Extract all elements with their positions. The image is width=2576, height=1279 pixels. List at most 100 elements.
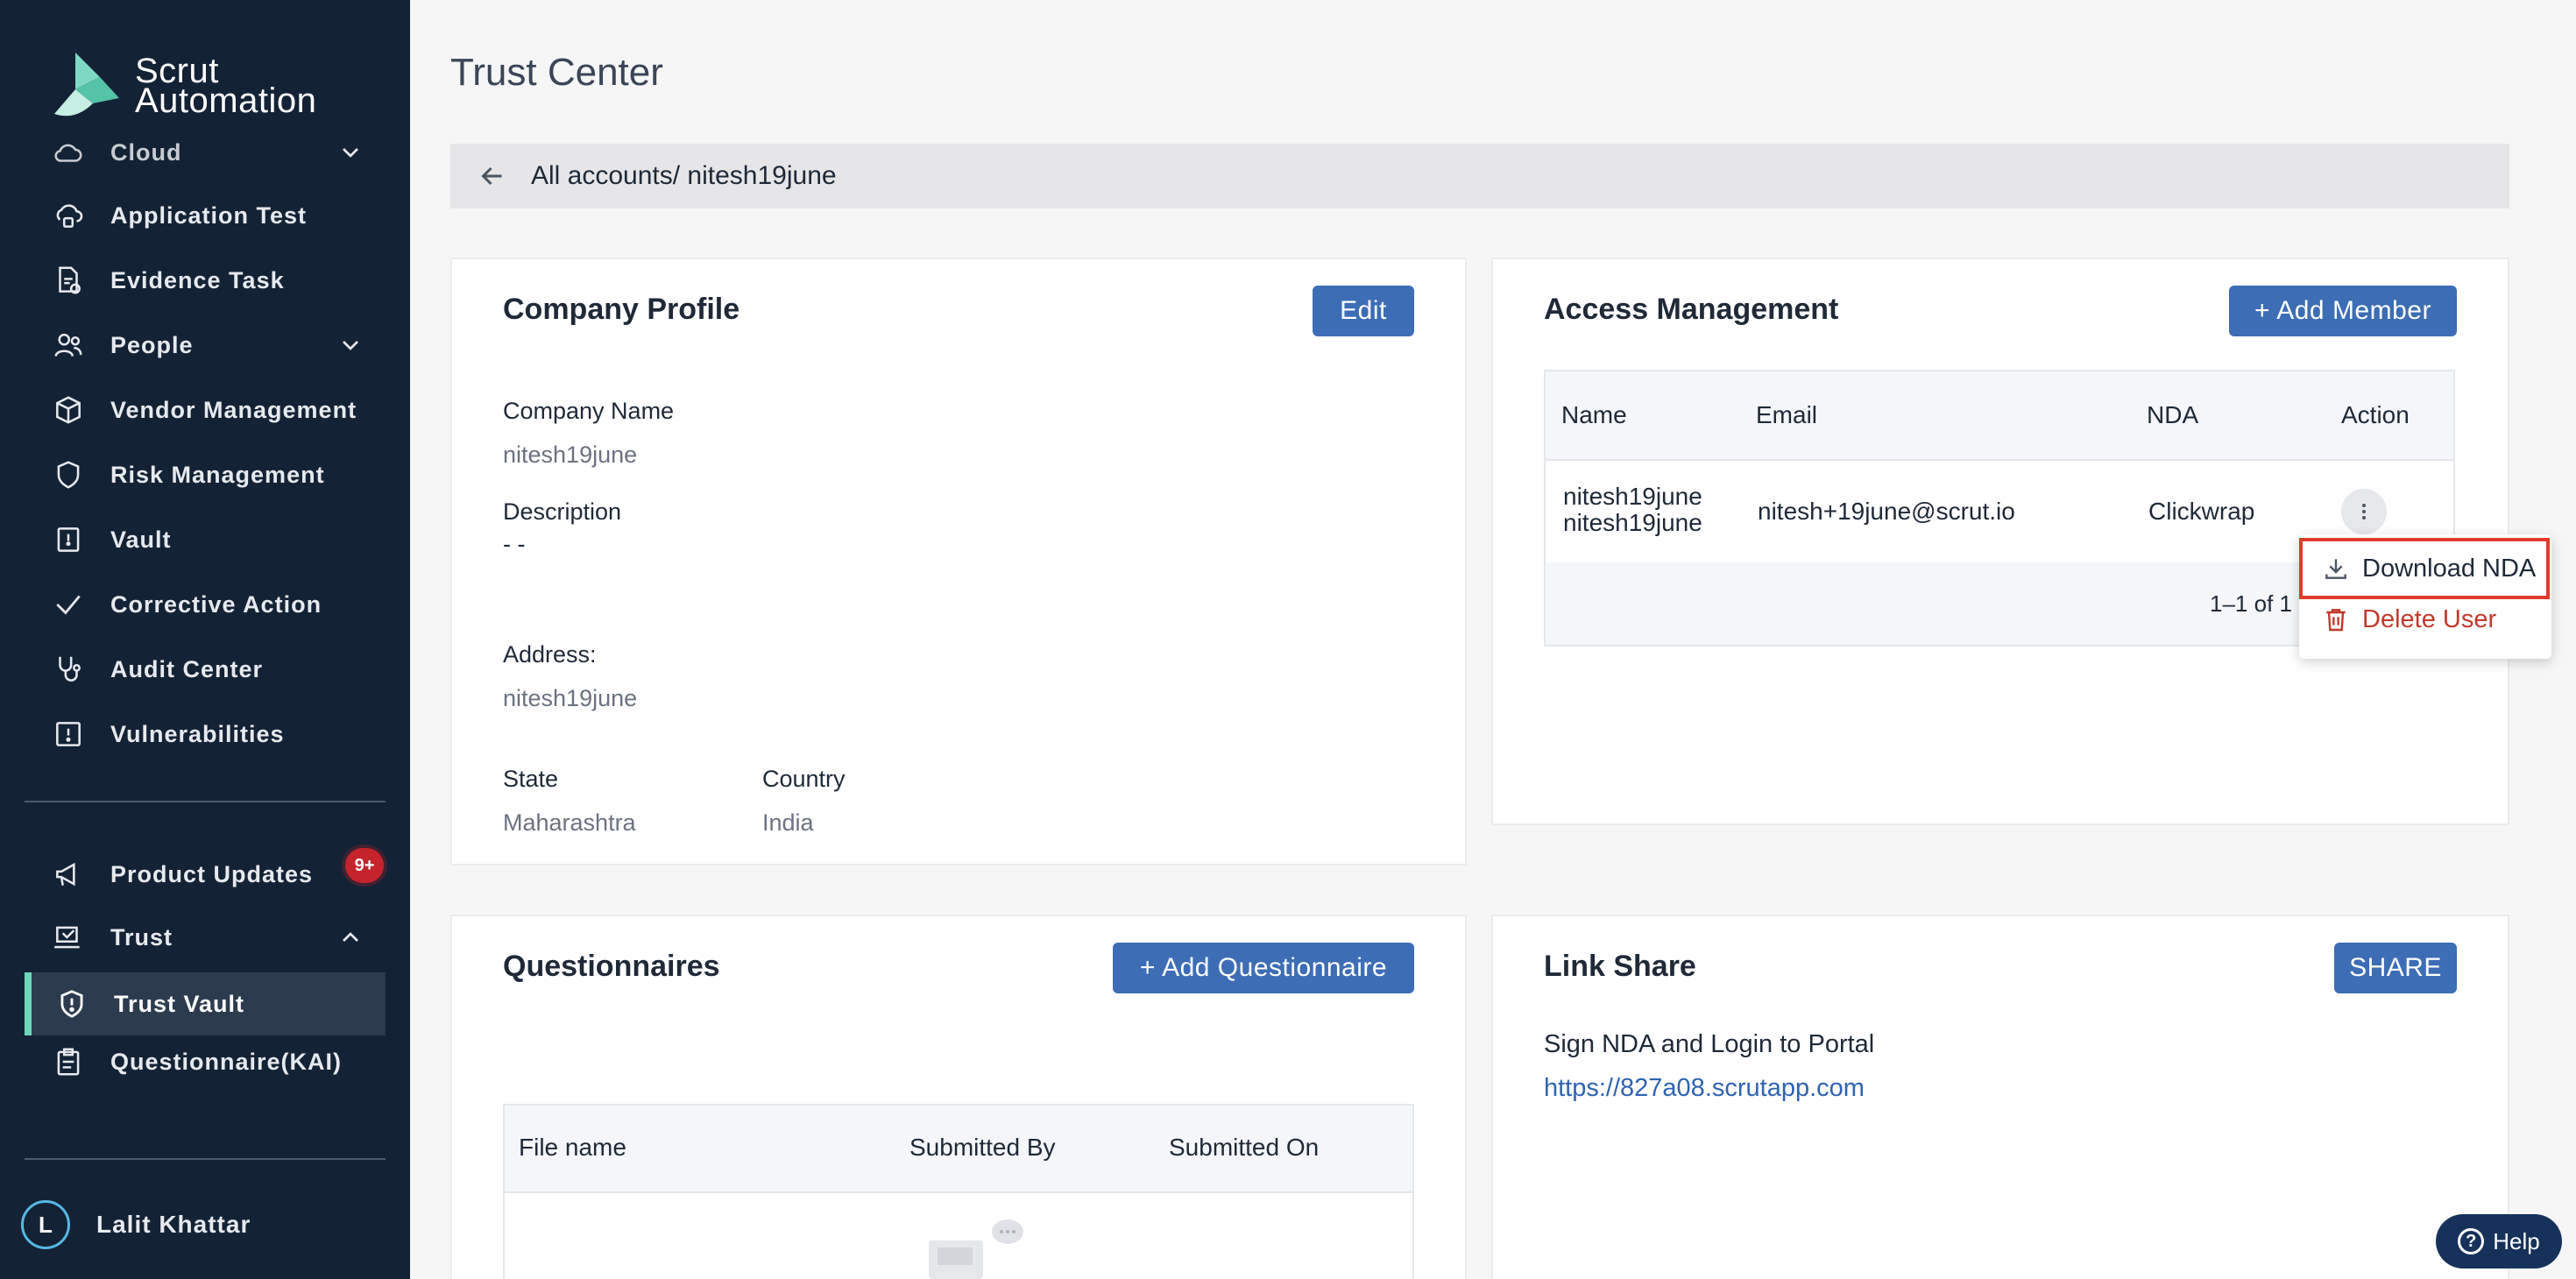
help-label: Help xyxy=(2493,1227,2540,1254)
member-email: nitesh+19june@scrut.io xyxy=(1758,498,2015,525)
questionnaires-title: Questionnaires xyxy=(503,950,720,983)
member-name-line-1: nitesh19june xyxy=(1563,483,1702,510)
sidebar-item-vault[interactable]: Vault xyxy=(49,515,172,564)
vault-icon xyxy=(49,520,88,559)
notification-badge: 9+ xyxy=(345,848,384,883)
share-button[interactable]: SHARE xyxy=(2334,943,2457,993)
chevron-down-icon[interactable] xyxy=(336,331,364,359)
alert-icon xyxy=(49,715,88,753)
sidebar-item-trust-vault[interactable]: Trust Vault xyxy=(53,979,244,1028)
brand-name: Scrut Automation xyxy=(135,53,317,120)
clipboard-icon xyxy=(49,1042,88,1081)
delete-user-label: Delete User xyxy=(2362,604,2497,633)
description-label: Description xyxy=(503,498,622,525)
sidebar-item-cloud[interactable]: Cloud xyxy=(49,128,181,177)
sidebar-divider xyxy=(25,801,386,802)
company-profile-title: Company Profile xyxy=(503,293,740,326)
avatar: L xyxy=(21,1200,70,1249)
box-icon xyxy=(49,391,88,429)
sidebar-item-label: Audit Center xyxy=(110,655,263,682)
address-label: Address: xyxy=(503,641,597,668)
document-check-icon xyxy=(49,261,88,300)
question-icon: ? xyxy=(2458,1228,2485,1254)
access-management-title: Access Management xyxy=(1544,293,1839,326)
state-label: State xyxy=(503,766,559,792)
sidebar-item-label: Vulnerabilities xyxy=(110,720,285,747)
column-header-email: Email xyxy=(1756,401,1818,428)
scrut-logo-icon xyxy=(49,49,123,123)
sidebar-item-audit-center[interactable]: Audit Center xyxy=(49,645,263,694)
sidebar-divider xyxy=(25,1158,386,1160)
sidebar-item-label: Questionnaire(KAI) xyxy=(110,1048,343,1075)
company-name-value: nitesh19june xyxy=(503,442,638,468)
company-name-label: Company Name xyxy=(503,398,675,424)
description-value: - - xyxy=(503,531,526,557)
megaphone-icon xyxy=(49,855,88,894)
sidebar: Scrut Automation Cloud Application Test … xyxy=(0,0,410,1279)
breadcrumb-text[interactable]: All accounts/ nitesh19june xyxy=(531,161,837,191)
sidebar-item-label: Risk Management xyxy=(110,461,325,488)
chevron-up-icon[interactable] xyxy=(336,923,364,951)
sidebar-item-risk-management[interactable]: Risk Management xyxy=(49,450,325,499)
sidebar-item-label: Cloud xyxy=(110,138,182,166)
sidebar-item-product-updates[interactable]: Product Updates xyxy=(49,850,313,899)
chevron-down-icon[interactable] xyxy=(336,138,364,166)
cloud-lock-icon xyxy=(49,196,88,235)
add-questionnaire-button[interactable]: + Add Questionnaire xyxy=(1113,943,1414,993)
country-value: India xyxy=(762,809,814,836)
country-label: Country xyxy=(762,766,846,792)
portal-link[interactable]: https://827a08.scrutapp.com xyxy=(1544,1074,1865,1103)
column-header-nda: NDA xyxy=(2147,401,2199,428)
empty-state-illustration-icon xyxy=(929,1219,1023,1279)
trash-icon xyxy=(2326,609,2346,632)
sidebar-item-corrective-action[interactable]: Corrective Action xyxy=(49,580,322,629)
menu-item-highlight xyxy=(2299,538,2550,599)
sidebar-item-label: Vault xyxy=(110,526,172,553)
column-header-submitted-by: Submitted By xyxy=(909,1134,1056,1161)
link-share-title: Link Share xyxy=(1544,950,1696,983)
column-header-action: Action xyxy=(2341,401,2410,428)
brand-line-2: Automation xyxy=(135,81,317,120)
shield-alert-icon xyxy=(53,985,91,1023)
stethoscope-icon xyxy=(49,650,88,689)
sidebar-item-people[interactable]: People xyxy=(49,321,194,370)
user-name: Lalit Khattar xyxy=(96,1211,251,1238)
sidebar-item-vendor-management[interactable]: Vendor Management xyxy=(49,385,357,435)
kebab-menu-icon xyxy=(2362,504,2366,519)
sidebar-item-label: Evidence Task xyxy=(110,266,285,293)
delete-user-menu-item[interactable]: Delete User xyxy=(2299,592,2551,647)
sidebar-item-label: Trust xyxy=(110,923,173,950)
trust-icon xyxy=(49,918,88,957)
link-share-text: Sign NDA and Login to Portal xyxy=(1544,1030,1875,1058)
people-icon xyxy=(49,326,88,364)
add-member-button[interactable]: + Add Member xyxy=(2229,286,2457,336)
company-profile-card xyxy=(450,258,1467,866)
sidebar-item-questionnaire-kai[interactable]: Questionnaire(KAI) xyxy=(49,1037,342,1086)
pagination-text: 1–1 of 1 xyxy=(2210,590,2292,617)
sidebar-item-label: People xyxy=(110,331,194,358)
sidebar-item-vulnerabilities[interactable]: Vulnerabilities xyxy=(49,710,285,759)
member-name-line-2: nitesh19june xyxy=(1563,509,1702,536)
breadcrumb: All accounts/ nitesh19june xyxy=(450,144,2509,208)
sidebar-item-label: Product Updates xyxy=(110,860,314,887)
sidebar-item-evidence-task[interactable]: Evidence Task xyxy=(49,256,285,305)
column-header-file-name: File name xyxy=(519,1134,626,1161)
address-value: nitesh19june xyxy=(503,685,638,711)
user-profile[interactable]: L Lalit Khattar xyxy=(21,1200,251,1249)
member-nda: Clickwrap xyxy=(2148,498,2255,525)
help-button[interactable]: ? Help xyxy=(2436,1214,2562,1268)
brand-logo[interactable]: Scrut Automation xyxy=(49,49,316,123)
column-header-submitted-on: Submitted On xyxy=(1169,1134,1320,1161)
state-value: Maharashtra xyxy=(503,809,636,836)
access-table-header xyxy=(1544,370,2455,461)
sidebar-item-trust[interactable]: Trust xyxy=(49,913,173,962)
sidebar-item-label: Vendor Management xyxy=(110,396,357,423)
sidebar-item-label: Corrective Action xyxy=(110,590,322,618)
row-actions-button[interactable] xyxy=(2341,489,2387,534)
edit-button[interactable]: Edit xyxy=(1313,286,1414,336)
member-name: nitesh19june nitesh19june xyxy=(1563,484,1702,536)
sidebar-item-label: Application Test xyxy=(110,201,308,229)
sidebar-item-label: Trust Vault xyxy=(114,990,245,1017)
sidebar-item-application-test[interactable]: Application Test xyxy=(49,191,307,240)
arrow-left-icon[interactable] xyxy=(477,160,508,192)
